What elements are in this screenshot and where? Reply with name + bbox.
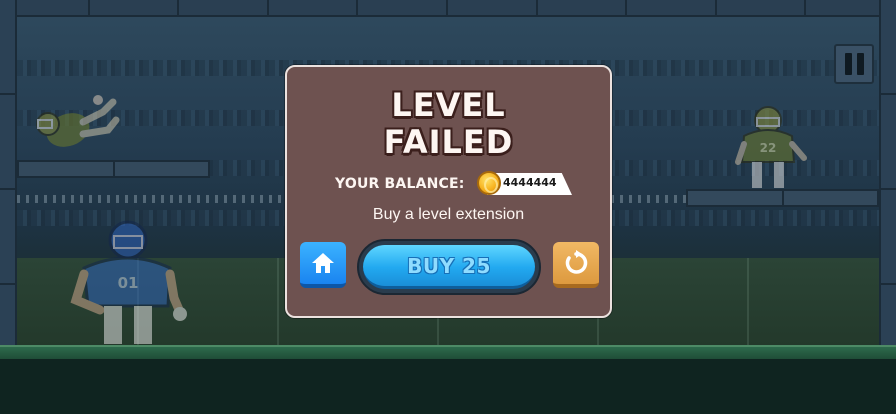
restart-button[interactable]: [553, 242, 599, 288]
coin-icon: [477, 171, 501, 195]
tackled-opponent-player: [36, 95, 120, 147]
dialog-title-line2: FAILED: [383, 123, 514, 161]
buy-button-label: BUY 25: [407, 253, 491, 278]
opponent-player: 22: [735, 106, 807, 188]
game-stage: 22 01 LEVEL FAILED YOUR BALANCE: 4444444…: [0, 0, 896, 414]
left-ledge-platform: [17, 160, 210, 178]
level-failed-dialog: LEVEL FAILED YOUR BALANCE: 4444444 Buy a…: [285, 65, 612, 318]
top-brick-border: [0, 0, 896, 17]
buy-extension-button[interactable]: BUY 25: [363, 245, 535, 289]
balance-label: YOUR BALANCE:: [335, 176, 465, 192]
restart-icon: [565, 250, 588, 274]
pause-icon: [856, 53, 864, 75]
ground: [0, 359, 896, 414]
pause-button[interactable]: [834, 44, 874, 84]
dialog-subtitle: Buy a level extension: [372, 206, 525, 223]
balance-value: 4444444: [503, 176, 557, 189]
left-wall: [0, 0, 17, 345]
buy-button-frame: BUY 25: [357, 239, 541, 295]
svg-text:22: 22: [760, 141, 777, 155]
home-icon: [312, 253, 334, 273]
dialog-title-line1: LEVEL: [391, 86, 506, 124]
right-wall: [879, 0, 896, 345]
svg-text:01: 01: [118, 274, 139, 292]
main-player-01: 01: [70, 220, 187, 344]
home-button[interactable]: [300, 242, 346, 288]
pause-icon: [844, 53, 852, 75]
